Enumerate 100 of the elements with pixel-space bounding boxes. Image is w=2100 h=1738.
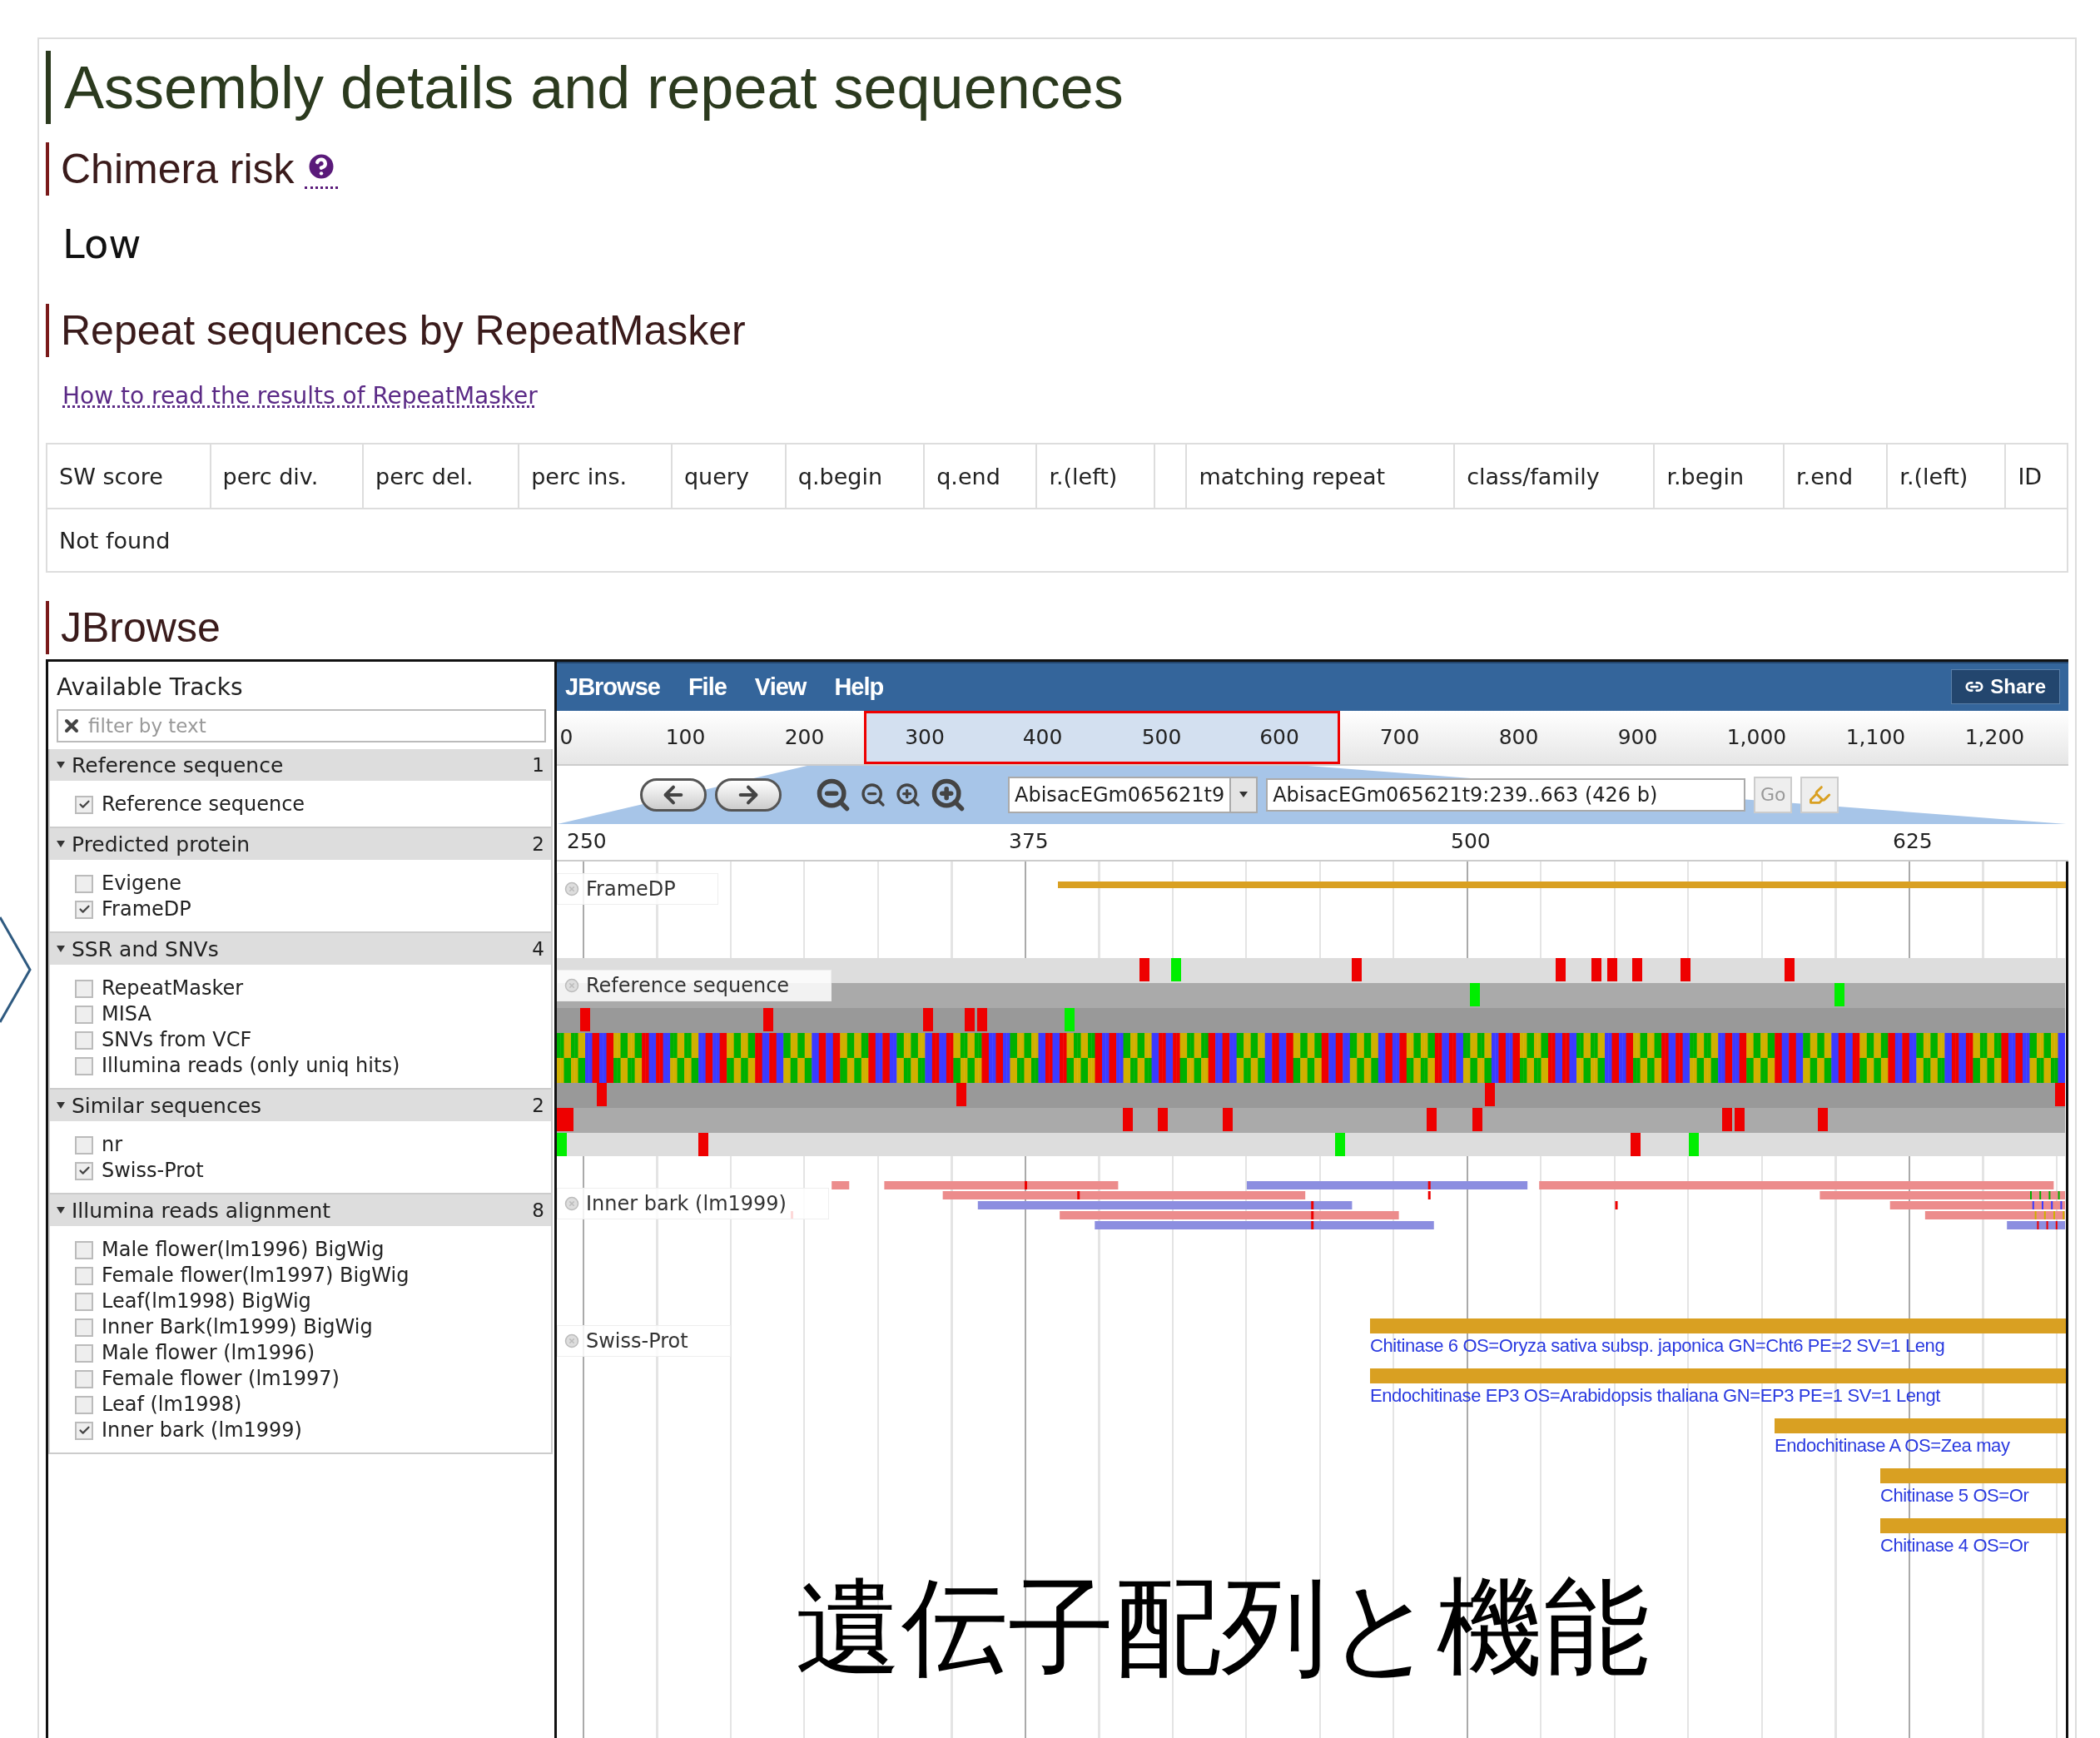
- checkbox[interactable]: [75, 1005, 93, 1024]
- filter-field[interactable]: filter by text: [57, 709, 546, 742]
- share-button[interactable]: Share: [1951, 669, 2060, 705]
- panel-title: Available Tracks: [56, 673, 244, 703]
- feature-bar[interactable]: [1880, 1518, 2066, 1533]
- checkbox[interactable]: [75, 1030, 93, 1050]
- column-header: r.(left): [1036, 444, 1155, 509]
- checkbox[interactable]: [75, 874, 93, 893]
- menu-item[interactable]: Help: [834, 673, 884, 701]
- reference-select[interactable]: AbisacEGm065621t9: [1008, 777, 1259, 813]
- group-name: Reference sequence: [72, 752, 285, 777]
- zoom-in-button[interactable]: [895, 782, 921, 808]
- checkbox[interactable]: [75, 1135, 93, 1155]
- column-header: q.begin: [785, 444, 925, 509]
- track-group-header[interactable]: Illumina reads alignment 8: [50, 1194, 551, 1226]
- ruler-label: 375: [1009, 829, 1049, 854]
- checkbox[interactable]: [75, 1318, 93, 1337]
- track-group-header[interactable]: Reference sequence 1: [50, 749, 551, 781]
- track-count: 1: [532, 754, 544, 776]
- checkbox[interactable]: [75, 1240, 93, 1259]
- track-option: MISA: [102, 1002, 151, 1026]
- track-option: Inner bark (lm1999): [102, 1418, 302, 1443]
- menu-item[interactable]: JBrowse: [565, 673, 660, 701]
- ruler-label: 300: [864, 710, 983, 764]
- track-option: Female flower(lm1997) BigWig: [102, 1264, 410, 1288]
- track-label[interactable]: Reference sequence: [557, 970, 832, 1001]
- ruler-label: 625: [1893, 829, 1933, 854]
- column-header: perc div.: [210, 444, 364, 509]
- close-icon[interactable]: [564, 1333, 579, 1348]
- column-header: ID: [2005, 444, 2068, 509]
- zoom-out-button[interactable]: [860, 782, 886, 808]
- overview-ruler[interactable]: 0 100 200 300 400 500 600 700 800 900 1,000 1,100 1,200: [557, 710, 2068, 766]
- checkbox[interactable]: [75, 1369, 93, 1388]
- zoom-out-button[interactable]: [815, 777, 851, 813]
- ruler-label: 1,200: [1963, 724, 2026, 752]
- checkbox[interactable]: [75, 1292, 93, 1311]
- feature-bar[interactable]: [1370, 1368, 2066, 1383]
- ruler-label: 800: [1497, 724, 1540, 752]
- column-header: r.(left): [1887, 444, 2006, 509]
- ruler-label: 1,100: [1844, 724, 1907, 752]
- help-link[interactable]: How to read the results of RepeatMasker: [62, 382, 538, 410]
- menu-item[interactable]: File: [688, 673, 727, 701]
- track-name: FrameDP: [586, 877, 676, 901]
- track-option: Leaf (lm1998): [102, 1393, 242, 1417]
- column-header: perc del.: [363, 444, 519, 509]
- highlighter-icon: [1808, 783, 1832, 807]
- track-option: FrameDP: [102, 897, 191, 921]
- column-header: query: [671, 444, 786, 509]
- scroll-right-button[interactable]: [715, 778, 782, 812]
- menu-item[interactable]: View: [754, 673, 807, 701]
- checkbox[interactable]: [75, 979, 93, 998]
- check-icon: [77, 798, 91, 811]
- checkbox[interactable]: [75, 1395, 93, 1414]
- checkbox[interactable]: [75, 1266, 93, 1285]
- check-icon: [77, 1424, 91, 1437]
- track-option: RepeatMasker: [102, 976, 244, 1001]
- caption: 遺伝子配列と機能: [795, 1564, 1650, 1691]
- checkbox[interactable]: [75, 1343, 93, 1363]
- highlight-button[interactable]: [1800, 777, 1839, 813]
- checkbox[interactable]: [75, 1056, 93, 1075]
- feature-bar[interactable]: [1370, 1318, 2066, 1333]
- section-heading: Repeat sequences by RepeatMasker: [61, 306, 746, 355]
- track-count: 8: [532, 1199, 544, 1221]
- feature-label: Endochitinase EP3 OS=Arabidopsis thaliana GN=EP3 PE=1 SV=1 Lengt: [1370, 1385, 1940, 1407]
- close-icon[interactable]: [564, 1196, 579, 1211]
- group-name: Similar sequences: [72, 1093, 263, 1118]
- track-group-header[interactable]: Predicted protein 2: [50, 828, 551, 860]
- checkbox[interactable]: [75, 1421, 93, 1440]
- page-title: Assembly details and repeat sequences: [46, 51, 2068, 124]
- table-cell: Not found: [47, 509, 2068, 572]
- caret-icon: [57, 946, 65, 952]
- close-icon[interactable]: [564, 881, 579, 896]
- track-option: Evigene: [102, 871, 181, 896]
- track-label[interactable]: Swiss-Prot: [557, 1325, 731, 1357]
- column-header: perc ins.: [519, 444, 672, 509]
- caret-icon: [57, 1102, 65, 1109]
- checkbox[interactable]: [75, 1161, 93, 1180]
- column-header: r.begin: [1654, 444, 1784, 509]
- chimera-risk-value: Low: [62, 221, 142, 267]
- close-icon[interactable]: [564, 978, 579, 993]
- feature-bar[interactable]: [1058, 881, 2066, 888]
- track-option: Female flower (lm1997): [102, 1367, 340, 1391]
- track-count: 2: [532, 833, 544, 855]
- feature-bar[interactable]: [1880, 1468, 2066, 1483]
- track-option: Swiss-Prot: [102, 1159, 204, 1183]
- check-icon: [77, 1164, 91, 1177]
- feature-label: Endochitinase A OS=Zea may: [1775, 1435, 2010, 1457]
- zoom-in-button[interactable]: [930, 777, 966, 813]
- track-label[interactable]: Inner bark (lm1999): [557, 1188, 829, 1219]
- track-group-header[interactable]: Similar sequences 2: [50, 1090, 551, 1121]
- group-name: Illumina reads alignment: [72, 1198, 332, 1223]
- track-label[interactable]: FrameDP: [557, 873, 718, 905]
- location-field[interactable]: AbisacEGm065621t9:239..663 (426 b): [1266, 778, 1746, 812]
- track-group-header[interactable]: SSR and SNVs 4: [50, 933, 551, 965]
- scroll-left-button[interactable]: [640, 778, 707, 812]
- track-count: 4: [532, 938, 544, 960]
- checkbox[interactable]: [75, 795, 93, 814]
- checkbox[interactable]: [75, 900, 93, 919]
- section-heading: Chimera risk: [61, 145, 295, 194]
- feature-bar[interactable]: [1775, 1418, 2066, 1433]
